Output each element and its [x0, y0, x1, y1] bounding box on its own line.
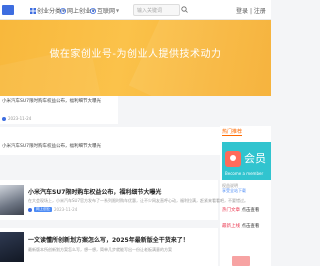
nav-label: 网上创业 [67, 8, 92, 15]
sidebar-meta-line[interactable]: 享受全站下载 [222, 188, 246, 193]
sidebar-row-label: 最新上线 [222, 224, 240, 229]
search-input[interactable]: 输入关键词 [133, 4, 180, 16]
article-category-badge[interactable]: 网上创业 [34, 207, 52, 212]
sidebar-row-label: 热门文章 [222, 208, 240, 213]
register-link[interactable]: 注册 [254, 8, 266, 15]
link-icon [90, 7, 96, 14]
login-link[interactable]: 登录 [236, 8, 248, 15]
sidebar-meta: 权益说明 享受全站下载 [222, 183, 246, 193]
site-logo[interactable] [2, 5, 14, 15]
divider: | [249, 8, 252, 15]
vip-cube-icon [225, 151, 241, 167]
article-date: 2023-11-24 [54, 207, 78, 212]
strip-text[interactable]: 小米汽车SU7限时购车权益公布，福利细节大曝光 [2, 143, 101, 149]
nav-label: 互联网 [97, 8, 116, 15]
top-navbar: 创业分类 ▼ 网上创业 ▼ 互联网 ▼ 输入关键词 登录 | 注册 [0, 0, 271, 20]
nav-item-internet[interactable]: 互联网 ▼ [90, 6, 119, 15]
nav-label: 创业分类 [37, 8, 62, 15]
featured-card-title[interactable]: 小米汽车SU7限时购车权益公布，福利细节大曝光 [2, 99, 116, 105]
sidebar-row-link[interactable]: 点击查看 [241, 224, 259, 229]
article-title[interactable]: 小米汽车SU7限时购车权益公布，福利细节大曝光 [28, 187, 161, 196]
featured-card-date: 2023-11-24 [8, 116, 32, 121]
globe-icon [60, 7, 66, 14]
article-excerpt: 在大会现场上，小米汽车SU7官方发布了一系列限时购车优惠，让不少网友直呼心动，福… [28, 198, 249, 203]
article-meta: 网上创业 2023-11-24 [28, 207, 77, 212]
hero-title: 做在家创业号-为创业人提供技术动力 [49, 49, 222, 60]
sidebar-title: 热门推荐 [222, 129, 243, 136]
search-icon[interactable] [181, 6, 188, 13]
author-avatar [2, 116, 6, 121]
featured-card[interactable]: 小米汽车SU7限时购车权益公布，福利细节大曝光 2023-11-24 [0, 96, 118, 124]
vip-word: 会员 [244, 152, 266, 165]
author-avatar [28, 207, 32, 212]
article-thumbnail[interactable] [0, 232, 24, 262]
hero-banner: 做在家创业号-为创业人提供技术动力 [0, 20, 271, 96]
vip-subtitle: Become a member [225, 171, 264, 176]
article-item[interactable]: 一文读懂所创新划方案怎么写，2025年最新版全干货来了！ 最新版本所创新划方案怎… [0, 228, 218, 266]
sidebar-row-link[interactable]: 点击查看 [241, 208, 259, 213]
article-thumbnail[interactable] [0, 185, 24, 215]
article-title[interactable]: 一文读懂所创新划方案怎么写，2025年最新版全干货来了！ [28, 235, 189, 244]
chevron-down-icon: ▼ [116, 8, 120, 13]
auth-links: 登录 | 注册 [236, 6, 266, 15]
article-excerpt: 最新版本所创新划方案怎么写，想一想，简单几步就能写出一份让老板满意的方案 [28, 247, 172, 252]
grid-icon [30, 7, 36, 14]
sidebar-row[interactable]: 最新上线 点击查看 [222, 223, 259, 229]
vip-banner[interactable]: 会员 Become a member [222, 142, 271, 180]
sidebar-row[interactable]: 热门文章 点击查看 [222, 207, 259, 213]
featured-card-meta: 2023-11-24 [2, 116, 31, 121]
article-item[interactable]: 小米汽车SU7限时购车权益公布，福利细节大曝光 在大会现场上，小米汽车SU7官方… [0, 180, 248, 220]
promo-tag[interactable] [232, 256, 250, 266]
